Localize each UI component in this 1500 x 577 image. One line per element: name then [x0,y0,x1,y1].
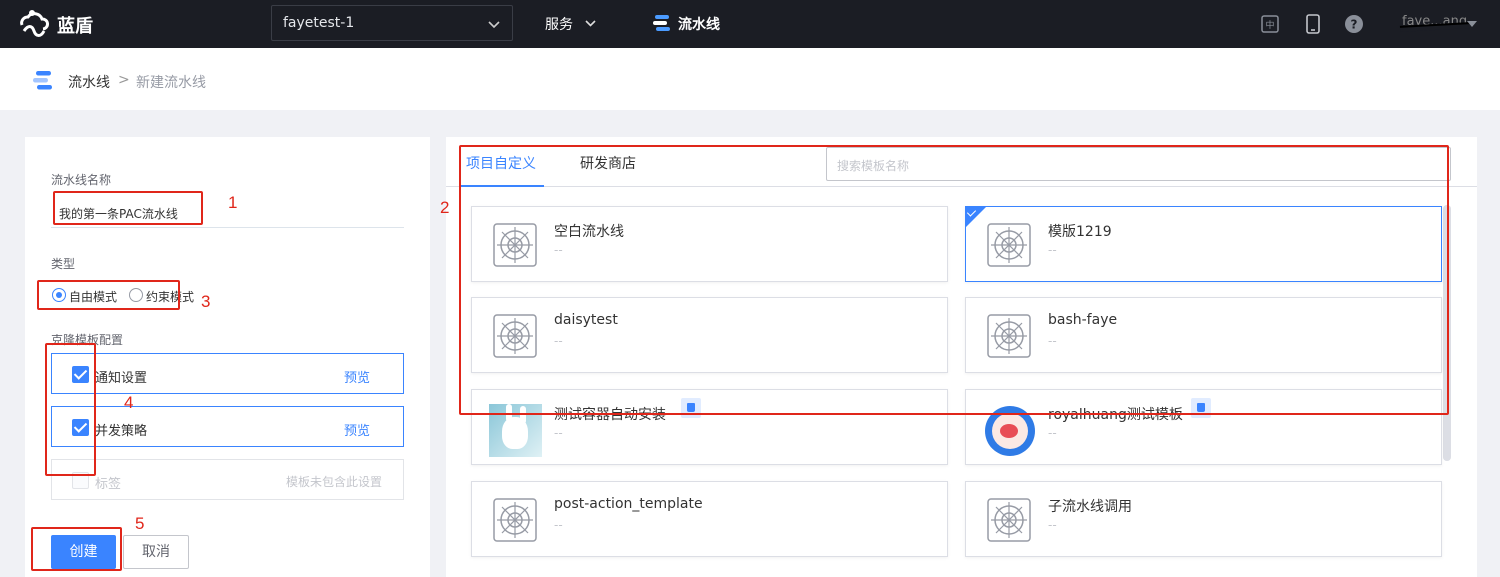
annotation-number-2: 2 [440,198,450,217]
pipeline-icon [33,71,52,90]
pipeline-template-icon [493,498,537,542]
template-name: post-action_template [554,496,703,512]
template-desc: -- [1048,426,1057,440]
breadcrumb-pipeline-link[interactable]: 流水线 [68,72,110,92]
preview-link[interactable]: 预览 [344,367,370,386]
breadcrumb: 流水线 > 新建流水线 [0,48,1500,110]
top-navbar: 蓝盾 fayetest-1 服务 流水线 中 ? faye...ang [0,0,1500,48]
not-included-note: 模板未包含此设置 [285,475,382,489]
pipeline-name-label: 流水线名称 [51,173,112,187]
pipeline-icon [653,15,670,31]
clone-item-label: 并发策略 [95,424,148,439]
annotation-box-3 [37,280,180,310]
annotation-box-4 [45,343,96,476]
bluekingdevops-logo-icon[interactable] [14,9,50,39]
cancel-button[interactable]: 取消 [123,535,189,569]
caret-down-icon[interactable] [1466,20,1478,28]
breadcrumb-separator: > [118,72,130,88]
template-name: 子流水线调用 [1048,499,1132,515]
project-select-value: fayetest-1 [283,15,355,31]
annotation-box-1 [53,191,203,225]
preview-link[interactable]: 预览 [344,420,370,439]
clone-item-labels: 标签 模板未包含此设置 [51,459,404,500]
svg-text:?: ? [1351,18,1358,32]
annotation-number-5: 5 [135,514,145,533]
clone-item-label: 通知设置 [95,371,148,386]
clone-item-notification[interactable]: 通知设置 预览 [51,353,404,394]
template-desc: -- [554,518,563,532]
clone-item-concurrency[interactable]: 并发策略 预览 [51,406,404,447]
chevron-down-icon [488,21,500,29]
breadcrumb-current: 新建流水线 [136,75,206,91]
language-switch-icon[interactable]: 中 [1260,14,1280,34]
brand-name[interactable]: 蓝盾 [57,12,93,38]
template-desc: -- [1048,518,1057,532]
annotation-box-2 [459,145,1449,415]
help-icon[interactable]: ? [1344,14,1364,34]
pipeline-template-icon [987,498,1031,542]
annotation-box-5 [31,527,122,571]
pipeline-nav-link[interactable]: 流水线 [678,14,720,34]
mobile-icon[interactable] [1303,14,1323,34]
chevron-down-icon[interactable] [585,20,596,27]
svg-text:中: 中 [1265,19,1274,31]
template-desc: -- [554,426,563,440]
annotation-number-1: 1 [228,193,238,212]
annotation-number-4: 4 [124,393,134,412]
annotation-number-3: 3 [201,292,211,311]
project-select[interactable]: fayetest-1 [271,5,513,41]
type-label: 类型 [51,257,76,271]
services-menu[interactable]: 服务 [545,14,573,34]
clone-item-label: 标签 [95,477,122,492]
template-card[interactable]: 子流水线调用 -- [965,481,1442,557]
template-card[interactable]: post-action_template -- [471,481,948,557]
